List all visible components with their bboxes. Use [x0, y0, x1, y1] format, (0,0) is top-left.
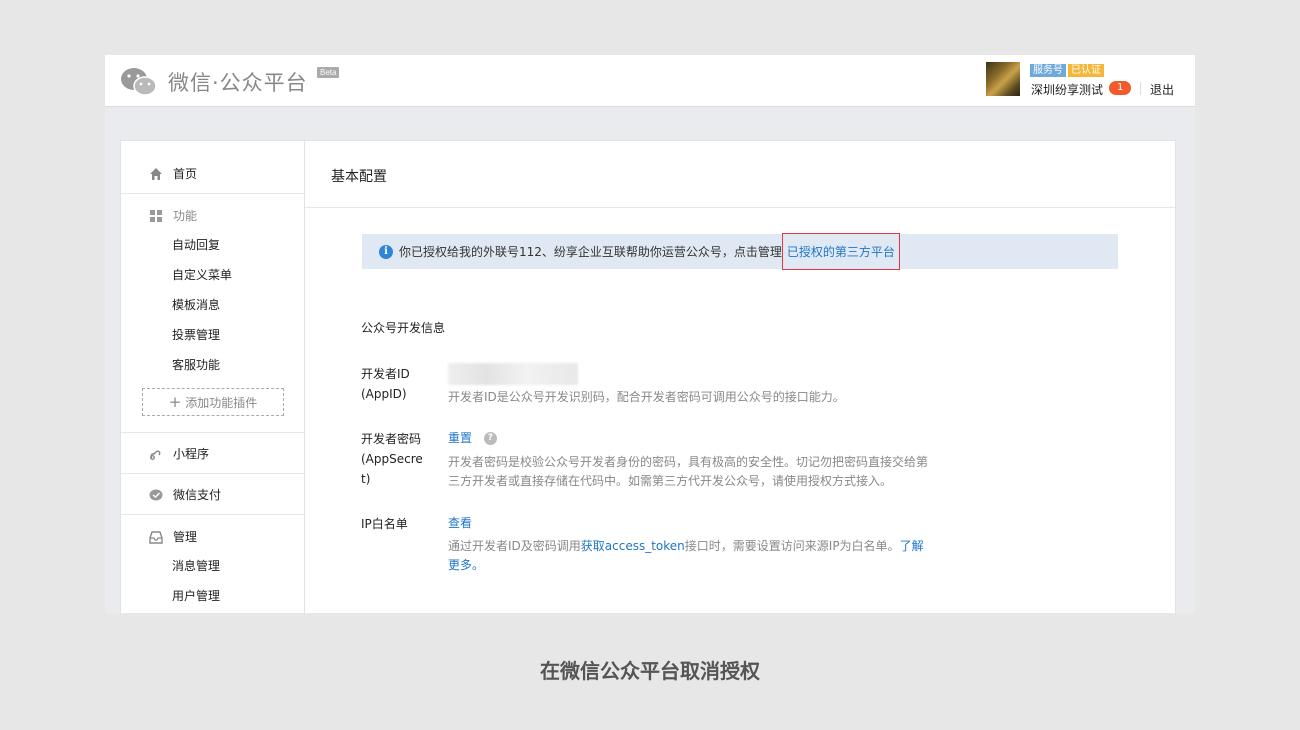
sidebar-item-user-manage[interactable]: 用户管理 [172, 587, 220, 604]
sidebar-group-manage: 管理 [149, 528, 197, 545]
logo[interactable]: 微信·公众平台 [120, 67, 308, 97]
grid-icon [150, 209, 162, 222]
sidebar-item-message-manage[interactable]: 消息管理 [172, 557, 220, 574]
service-account-badge: 服务号 [1030, 64, 1066, 77]
info-icon: i [379, 244, 393, 259]
top-bar: 微信·公众平台 Beta 服务号 已认证 深圳纷享测试 1 退出 [105, 55, 1195, 107]
inbox-icon [149, 530, 163, 544]
divider [121, 432, 304, 433]
sidebar-item-label: 小程序 [173, 447, 210, 461]
secret-actions: 重置 ? [448, 429, 497, 448]
sidebar-item-auto-reply[interactable]: 自动回复 [172, 236, 220, 253]
sidebar-item-label: 微信支付 [173, 488, 222, 502]
help-question-icon[interactable]: ? [483, 432, 497, 445]
sidebar-item-home[interactable]: 首页 [149, 165, 197, 182]
account-name[interactable]: 深圳纷享测试 [1031, 81, 1103, 98]
sidebar-item-template-message[interactable]: 模板消息 [172, 296, 220, 313]
avatar[interactable] [986, 62, 1020, 96]
wechat-logo-icon [121, 68, 157, 96]
sidebar-item-wechat-pay[interactable]: 微信支付 [149, 486, 221, 503]
sidebar-group-features: 功能 [149, 207, 197, 224]
label-line: (AppSecre [361, 452, 423, 466]
sidebar: 首页 功能 自动回复 自定义菜单 模板消息 投票管理 客服功能 + 添加功能插件… [120, 140, 304, 613]
add-plugin-label: 添加功能插件 [185, 395, 258, 410]
ip-whitelist-label: IP白名单 [361, 517, 408, 531]
appid-label: 开发者ID (AppID) [361, 364, 431, 404]
secret-label: 开发者密码 (AppSecre t) [361, 429, 431, 489]
secret-help: 开发者密码是校验公众号开发者身份的密码，具有极高的安全性。切记勿把密码直接交给第… [448, 453, 928, 491]
label-line: (AppID) [361, 387, 407, 401]
appid-value [448, 363, 578, 391]
sidebar-group-label: 管理 [173, 530, 198, 544]
sidebar-group-label: 功能 [173, 209, 198, 223]
view-ip-whitelist-link[interactable]: 查看 [448, 516, 472, 530]
wechat-pay-icon [149, 489, 163, 500]
divider [121, 193, 304, 194]
reset-secret-link[interactable]: 重置 [448, 431, 472, 445]
add-plugin-button[interactable]: + 添加功能插件 [142, 388, 284, 416]
caption: 在微信公众平台取消授权 [540, 659, 760, 683]
sidebar-item-custom-menu[interactable]: 自定义菜单 [172, 266, 232, 283]
verified-badge: 已认证 [1068, 64, 1104, 77]
ip-whitelist-actions: 查看 [448, 514, 472, 533]
authorized-third-party-link[interactable]: 已授权的第三方平台 [781, 233, 900, 270]
help-line: 开发者密码是校验公众号开发者身份的密码，具有极高的安全性。切记勿把密码直接交给第 [448, 455, 929, 469]
beta-badge: Beta [317, 67, 340, 78]
divider [121, 473, 304, 474]
help-text: 通过开发者ID及密码调用 [448, 539, 581, 553]
label-line: t) [361, 472, 371, 486]
ip-whitelist-help: 通过开发者ID及密码调用获取access_token接口时，需要设置访问来源IP… [448, 537, 948, 575]
sidebar-item-label: 首页 [173, 167, 198, 181]
learn-more-link-continued[interactable]: 更多。 [448, 558, 484, 572]
notification-count-badge[interactable]: 1 [1109, 81, 1132, 95]
divider [121, 514, 304, 515]
access-token-link[interactable]: 获取access_token [581, 539, 685, 553]
main-panel: 基本配置 i 你已授权给我的外联号112、纷享企业互联帮助你运营公众号，点击管理… [304, 140, 1176, 613]
help-line: 三方开发者或直接存储在代码中。如需第三方代开发公众号，请使用授权方式接入。 [448, 474, 893, 488]
section-title: 公众号开发信息 [361, 321, 446, 335]
label-line: 开发者ID [361, 367, 410, 381]
screen: 微信·公众平台 Beta 服务号 已认证 深圳纷享测试 1 退出 首页 功能 自… [105, 55, 1195, 613]
plus-icon: + [168, 393, 182, 411]
info-banner: i 你已授权给我的外联号112、纷享企业互联帮助你运营公众号，点击管理 已授权的… [362, 233, 1118, 270]
logout-link[interactable]: 退出 [1150, 81, 1174, 98]
divider [1140, 82, 1141, 95]
logo-text: 微信·公众平台 [168, 71, 308, 95]
page-title: 基本配置 [331, 169, 387, 185]
home-icon [150, 167, 162, 180]
divider [305, 207, 1175, 208]
sidebar-item-vote-manage[interactable]: 投票管理 [172, 326, 220, 343]
sidebar-item-mini-program[interactable]: 小程序 [149, 445, 209, 462]
info-text: 你已授权给我的外联号112、纷享企业互联帮助你运营公众号，点击管理 [399, 245, 782, 259]
appid-blurred-value [448, 363, 578, 385]
label-line: 开发者密码 [361, 432, 422, 446]
help-text: 接口时，需要设置访问来源IP为白名单。 [684, 539, 900, 553]
sidebar-item-customer-service[interactable]: 客服功能 [172, 356, 220, 373]
learn-more-link[interactable]: 了解 [900, 539, 924, 553]
link-icon [150, 450, 161, 460]
appid-help: 开发者ID是公众号开发识别码，配合开发者密码可调用公众号的接口能力。 [448, 390, 845, 404]
